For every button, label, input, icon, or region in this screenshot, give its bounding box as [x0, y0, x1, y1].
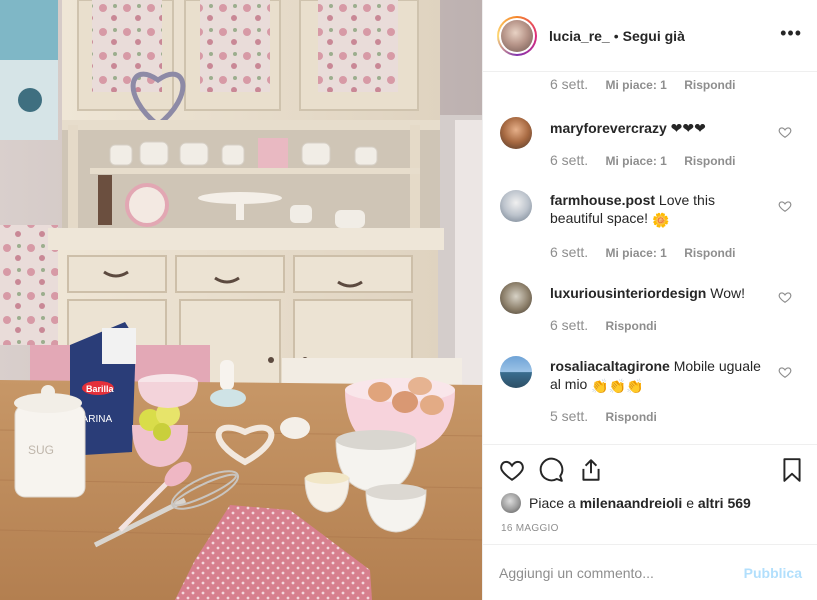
comment-text: Wow! — [710, 285, 745, 301]
comment-meta: 6 sett. Mi piace: 1 Rispondi — [550, 152, 736, 168]
like-comment-heart-icon[interactable] — [778, 199, 792, 213]
comment-time[interactable]: 6 sett. — [550, 244, 588, 260]
like-comment-heart-icon[interactable] — [778, 365, 792, 379]
reply-button[interactable]: Rispondi — [684, 154, 735, 168]
bookmark-save-icon[interactable] — [779, 457, 805, 483]
comment-bubble-icon[interactable] — [538, 457, 564, 483]
post-photo[interactable]: Barilla FARINA SUG — [0, 0, 482, 600]
liker-avatar[interactable] — [501, 493, 521, 513]
commenter-username[interactable]: farmhouse.post — [550, 192, 655, 208]
comment-time[interactable]: 6 sett. — [550, 76, 588, 92]
comment-body: farmhouse.post Love this beautiful space… — [550, 191, 770, 229]
follow-status-button[interactable]: Segui già — [623, 28, 685, 44]
comment-likes[interactable]: Mi piace: 1 — [605, 78, 666, 92]
share-icon[interactable] — [578, 457, 604, 483]
comments-list[interactable]: 6 sett. Mi piace: 1 Rispondi maryforever… — [483, 72, 817, 444]
header-separator: • — [613, 27, 619, 44]
like-heart-icon[interactable] — [499, 457, 525, 483]
likes-summary: Piace a milenaandreioli e altri 569 — [501, 493, 751, 513]
canister-label: SUG — [28, 443, 54, 457]
clapping-emoji: 👏👏👏 — [591, 378, 644, 394]
like-comment-heart-icon[interactable] — [778, 125, 792, 139]
likes-conjunction: e — [686, 495, 694, 511]
like-comment-heart-icon[interactable] — [778, 290, 792, 304]
commenter-avatar[interactable] — [500, 356, 532, 388]
commenter-avatar[interactable] — [500, 190, 532, 222]
reply-button[interactable]: Rispondi — [605, 319, 656, 333]
comment-time[interactable]: 6 sett. — [550, 152, 588, 168]
comment-body: maryforevercrazy ❤❤❤ — [550, 119, 770, 137]
author-username[interactable]: lucia_re_ — [549, 28, 610, 44]
kitchen-photo: Barilla FARINA SUG — [0, 0, 482, 600]
reply-button[interactable]: Rispondi — [684, 78, 735, 92]
comment-meta: 5 sett. Rispondi — [550, 408, 657, 424]
post-date[interactable]: 16 MAGGIO — [501, 523, 559, 534]
more-options-icon[interactable]: ••• — [780, 24, 802, 42]
sunflower-emoji: 🌼 — [651, 212, 670, 228]
post-header: lucia_re_ • Segui già ••• — [483, 0, 817, 72]
comment-body: rosaliacaltagirone Mobile uguale al mio … — [550, 357, 770, 395]
reply-button[interactable]: Rispondi — [605, 410, 656, 424]
commenter-username[interactable]: rosaliacaltagirone — [550, 358, 670, 374]
comment-meta: 6 sett. Rispondi — [550, 317, 657, 333]
commenter-username[interactable]: maryforevercrazy — [550, 120, 667, 136]
likes-prefix: Piace a — [529, 495, 576, 511]
commenter-avatar[interactable] — [500, 282, 532, 314]
commenter-avatar[interactable] — [500, 117, 532, 149]
post-side-panel: lucia_re_ • Segui già ••• 6 sett. Mi pia… — [482, 0, 817, 600]
reply-button[interactable]: Rispondi — [684, 246, 735, 260]
comment-meta: 6 sett. Mi piace: 1 Rispondi — [550, 244, 736, 260]
comment-likes[interactable]: Mi piace: 1 — [605, 154, 666, 168]
comment-body: luxuriousinteriordesign Wow! — [550, 284, 770, 302]
comment-input[interactable] — [499, 564, 744, 581]
add-comment-bar: Pubblica — [483, 544, 817, 600]
liker-username[interactable]: milenaandreioli — [580, 495, 683, 511]
commenter-username[interactable]: luxuriousinteriordesign — [550, 285, 706, 301]
author-avatar[interactable] — [497, 15, 537, 56]
comment-likes[interactable]: Mi piace: 1 — [605, 246, 666, 260]
flour-brand: Barilla — [86, 384, 115, 394]
publish-button[interactable]: Pubblica — [744, 565, 802, 581]
comment-text: ❤❤❤ — [670, 120, 706, 136]
post-actions: Piace a milenaandreioli e altri 569 16 M… — [483, 444, 817, 544]
comment-meta: 6 sett. Mi piace: 1 Rispondi — [550, 76, 736, 92]
comment-time[interactable]: 6 sett. — [550, 317, 588, 333]
likes-others-link[interactable]: altri 569 — [698, 495, 751, 511]
comment-time[interactable]: 5 sett. — [550, 408, 588, 424]
